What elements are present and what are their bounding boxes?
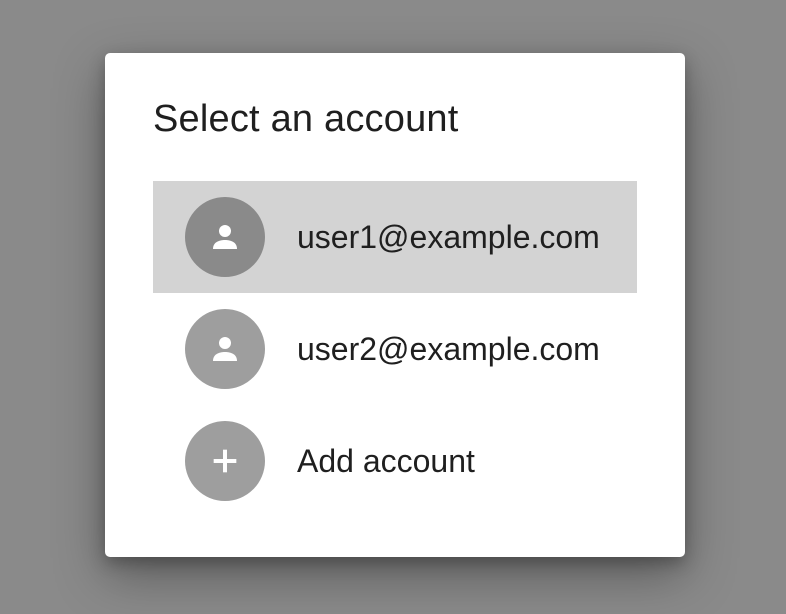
account-row-user2[interactable]: user2@example.com — [153, 293, 637, 405]
add-account-avatar — [185, 421, 265, 501]
add-account-label: Add account — [297, 443, 475, 479]
person-icon — [213, 337, 237, 361]
plus-icon — [213, 449, 237, 473]
account-email: user2@example.com — [297, 331, 600, 367]
account-row-user1[interactable]: user1@example.com — [153, 181, 637, 293]
account-list: user1@example.com user2@example.com Add … — [153, 181, 637, 517]
account-email: user1@example.com — [297, 219, 600, 255]
dialog-title: Select an account — [153, 98, 459, 140]
avatar — [185, 309, 265, 389]
add-account-row[interactable]: Add account — [153, 405, 637, 517]
account-picker-dialog: Select an account user1@example.com user… — [105, 53, 685, 557]
person-icon — [213, 225, 237, 249]
avatar — [185, 197, 265, 277]
